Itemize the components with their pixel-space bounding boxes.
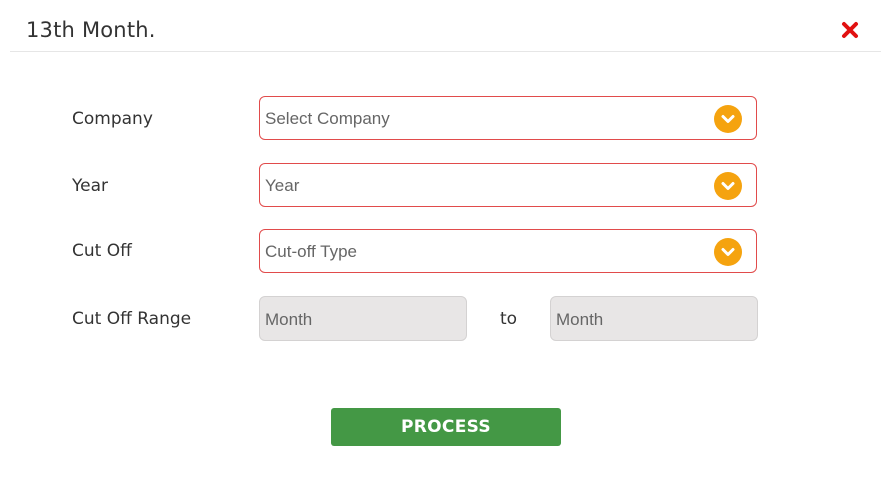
year-select[interactable]: Year [259, 163, 757, 207]
thirteenth-month-modal: 13th Month. Company Select Company Year … [0, 0, 891, 485]
close-button[interactable] [841, 21, 859, 39]
modal-title: 13th Month. [26, 18, 156, 42]
modal-header: 13th Month. [10, 0, 881, 52]
from-month-field[interactable]: Month [259, 296, 467, 341]
chevron-down-icon [714, 105, 742, 133]
to-month-value: Month [556, 310, 604, 329]
chevron-down-icon [714, 172, 742, 200]
cutoff-label: Cut Off [72, 241, 132, 261]
company-select[interactable]: Select Company [259, 96, 757, 140]
company-select-value: Select Company [265, 109, 390, 128]
to-month-field[interactable]: Month [550, 296, 758, 341]
chevron-down-icon [714, 238, 742, 266]
cutoff-type-select[interactable]: Cut-off Type [259, 229, 757, 273]
cutoff-select-value: Cut-off Type [265, 242, 357, 261]
close-icon [841, 21, 859, 39]
process-button[interactable]: PROCESS [331, 408, 561, 446]
range-separator: to [500, 309, 518, 329]
year-label: Year [72, 176, 108, 196]
cutoff-range-label: Cut Off Range [72, 309, 192, 329]
year-select-value: Year [265, 176, 300, 195]
from-month-value: Month [265, 310, 313, 329]
company-label: Company [72, 109, 153, 129]
